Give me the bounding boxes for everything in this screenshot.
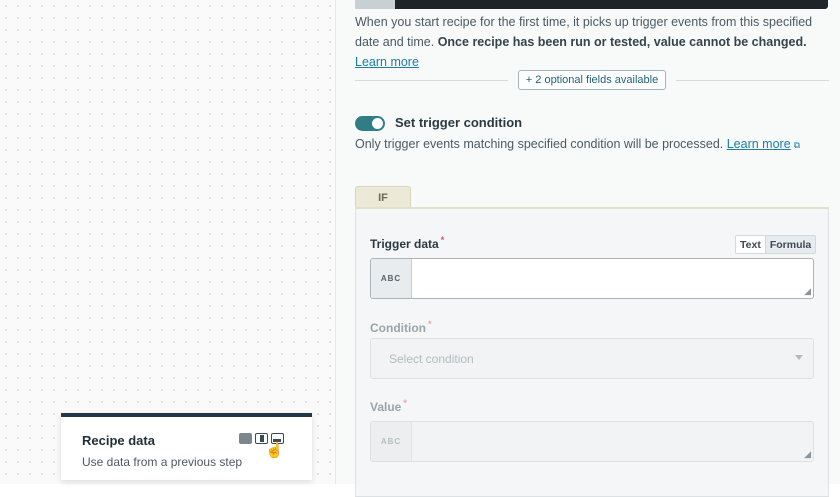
condition-label-text: Condition [370,321,426,335]
layout-full-icon[interactable] [239,433,252,444]
condition-placeholder: Select condition [389,351,474,366]
required-marker: * [403,398,407,408]
value-label: Value * [370,398,407,414]
when-first-started-input[interactable] [355,0,828,9]
toggle-knob [372,118,383,129]
mode-formula-button[interactable]: Formula [766,236,815,253]
optional-fields-button[interactable]: + 2 optional fields available [518,70,666,90]
trigger-condition-toggle[interactable] [355,116,385,131]
chevron-down-icon [795,355,803,360]
trigger-condition-label: Set trigger condition [395,115,523,130]
recipe-data-subtitle: Use data from a previous step [82,455,243,469]
condition-select[interactable]: Select condition [370,338,814,379]
trigger-data-label-text: Trigger data [370,237,439,251]
divider-right [676,80,829,81]
hint-bold-text: Once recipe has been run or tested, valu… [437,35,807,49]
value-label-text: Value [370,400,402,414]
condition-label: Condition * [370,319,432,335]
value-input[interactable]: ABC ◢ [370,421,814,462]
required-marker: * [427,319,432,329]
resize-handle-icon[interactable]: ◢ [804,286,811,297]
external-link-icon: ⧉ [793,140,801,150]
resize-handle-icon[interactable]: ◢ [804,449,811,460]
when-first-started-hint: When you start recipe for the first time… [355,12,825,72]
text-type-badge: ABC [371,259,412,298]
trigger-data-label: Trigger data * [370,235,444,251]
learn-more-link[interactable]: Learn more [355,55,419,69]
input-mode-toggle: Text Formula [735,235,817,254]
optional-fields-label: + 2 optional fields available [525,74,659,86]
recipe-data-title: Recipe data [82,433,155,448]
trigger-condition-hint: Only trigger events matching specified c… [355,137,800,151]
divider-left [355,80,508,81]
condition-hint-text: Only trigger events matching specified c… [355,137,724,151]
text-type-badge: ABC [371,422,412,461]
condition-learn-more-link[interactable]: Learn more [727,137,791,151]
hand-cursor-icon: ☝ [265,442,284,459]
trigger-data-input[interactable]: ABC ◢ [370,258,814,299]
if-tab: IF [355,186,411,209]
recipe-canvas[interactable] [0,0,335,484]
mode-text-button[interactable]: Text [736,236,766,253]
required-marker: * [440,235,445,245]
date-type-badge [355,0,395,9]
